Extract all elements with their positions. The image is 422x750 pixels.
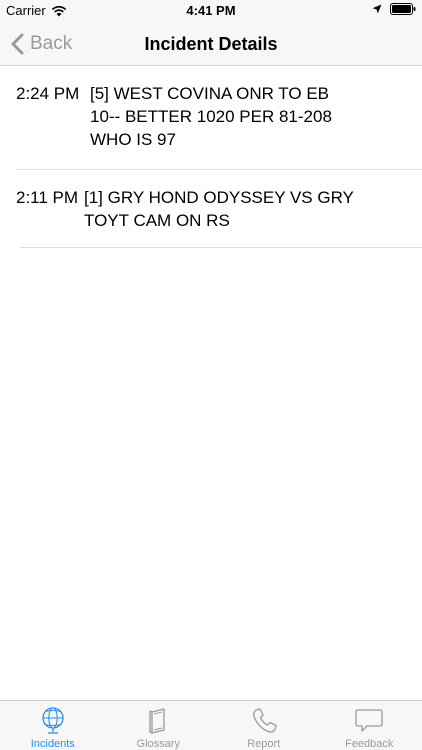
tab-report[interactable]: Report <box>211 701 317 750</box>
navigation-bar: Back Incident Details <box>0 22 422 66</box>
app-screen: Carrier 4:41 PM Back Incident Details 2:… <box>0 0 422 750</box>
incident-description: [5] WEST COVINA ONR TO EB 10-- BETTER 10… <box>90 84 332 149</box>
incident-list: 2:24 PM [5] WEST COVINA ONR TO EB 10-- B… <box>0 66 422 248</box>
phone-icon <box>252 708 277 733</box>
page-title: Incident Details <box>144 34 278 54</box>
tab-bar: Incidents Glossary Report Feedback <box>0 700 422 750</box>
incident-description: [1] GRY HOND ODYSSEY VS GRY TOYT CAM ON … <box>84 188 354 230</box>
globe-icon <box>42 707 64 734</box>
tab-feedback[interactable]: Feedback <box>317 701 422 750</box>
speech-bubble-icon <box>355 709 383 732</box>
status-right <box>372 3 416 15</box>
tab-glossary[interactable]: Glossary <box>106 701 212 750</box>
book-icon <box>149 708 165 734</box>
battery-icon <box>390 3 416 15</box>
tab-incidents[interactable]: Incidents <box>0 701 106 750</box>
incident-time: 2:24 PM <box>16 84 80 103</box>
incident-time: 2:11 PM <box>16 188 79 207</box>
status-bar: Carrier 4:41 PM <box>0 0 422 22</box>
location-icon <box>372 4 382 14</box>
incident-row[interactable]: 2:11 PM [1] GRY HOND ODYSSEY VS GRY TOYT… <box>16 170 422 248</box>
tab-label: Glossary <box>136 738 180 750</box>
status-time: 4:41 PM <box>186 3 236 18</box>
tab-label: Incidents <box>30 738 75 750</box>
tab-label: Report <box>247 738 281 750</box>
tab-label: Feedback <box>345 738 394 750</box>
incident-row[interactable]: 2:24 PM [5] WEST COVINA ONR TO EB 10-- B… <box>16 66 422 170</box>
